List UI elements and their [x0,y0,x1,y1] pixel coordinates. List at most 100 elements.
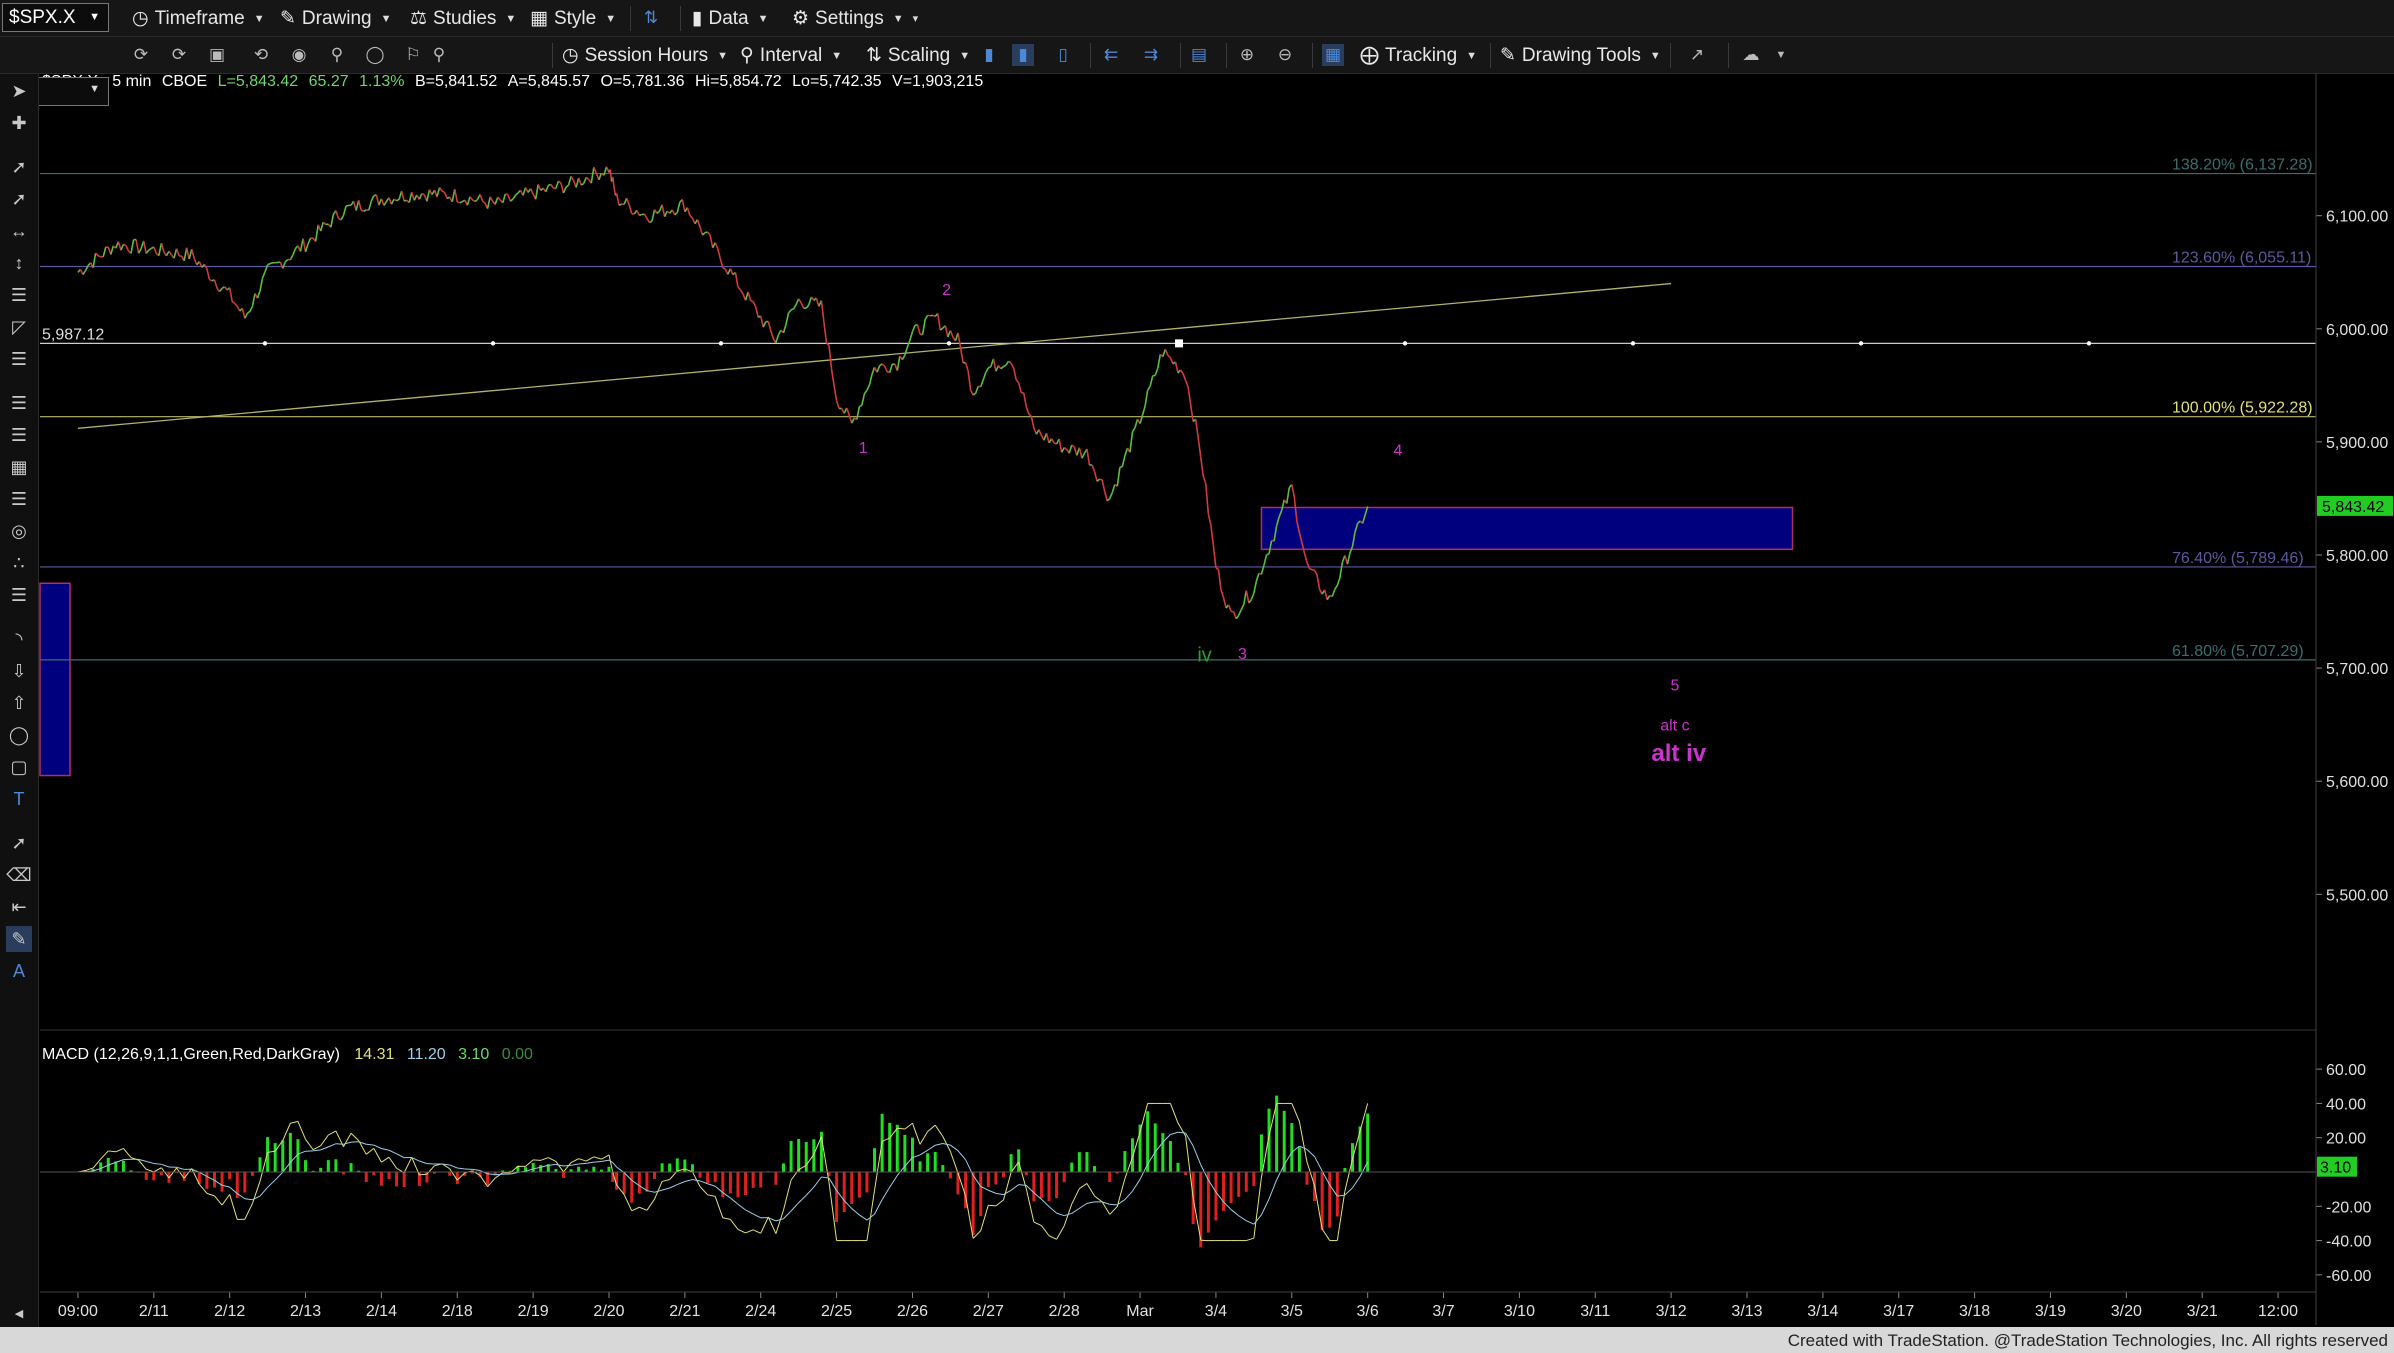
tracking-button[interactable]: ⨁ Tracking ▼ [1360,42,1477,69]
eraser-icon[interactable]: ⌫ [6,862,32,888]
low-price: Lo=5,742.35 [792,73,882,90]
ray-icon[interactable]: ➚ [6,186,32,212]
price-segment [505,193,509,196]
candles-icon[interactable]: ▮ [1012,44,1034,66]
fib-circle-icon[interactable]: ◎ [6,518,32,544]
x-tick-label: 3/10 [1504,1303,1535,1320]
text-icon[interactable]: T [6,786,32,812]
chevron-down-icon[interactable]: ▼ [1770,44,1792,66]
macd-diff: 3.10 [458,1046,490,1063]
bar-chart-icon[interactable]: ▮ [978,44,1000,66]
hollow-candles-icon[interactable]: ▯ [1052,44,1074,66]
level-marker [1402,341,1408,346]
timeframe-button[interactable]: ◷ Timeframe ▼ [132,5,265,32]
wave-label: 5 [1670,678,1679,695]
vertical-line-icon[interactable]: ↕ [6,250,32,276]
crosshair-icon[interactable]: ✚ [6,110,32,136]
lens-icon[interactable]: ⚲ [326,44,348,66]
studies-button[interactable]: ⚖ Studies ▼ [410,5,516,32]
x-tick-label: 2/20 [593,1303,624,1320]
macd-header: MACD (12,26,9,1,1,Green,Red,DarkGray) 14… [42,1046,533,1064]
x-tick-label: 3/12 [1656,1303,1687,1320]
zoom-in-icon[interactable]: ⊕ [1236,44,1258,66]
footer: Created with TradeStation. @TradeStation… [0,1327,2394,1353]
horizontal-line-icon[interactable]: ↔ [6,218,32,244]
drawing-tools-icon: ✎ [1500,45,1516,66]
macd-y-tick-label: 40.00 [2326,1096,2366,1113]
left-zone-box [39,582,71,777]
draw-mode-icon[interactable]: ✎ [6,926,32,952]
arrow-up-icon[interactable]: ⇧ [6,690,32,716]
fib-time-icon[interactable]: ▦ [6,454,32,480]
scale-icon: ⇅ [866,45,882,66]
y-tick-label: 5,500.00 [2326,887,2388,904]
text-label-icon[interactable]: A [6,958,32,984]
chat-icon[interactable]: ☁ [1740,44,1762,66]
price-chart[interactable]: 6,100.00 6,000.00 5,900.00 5,800.00 5,700.00… [0,0,2394,1353]
price-segment [639,213,643,217]
wave-label: 2 [942,282,951,299]
refresh-icon[interactable]: ⟳ [130,44,152,66]
x-tick-label: 2/26 [897,1303,928,1320]
fib-extension-icon[interactable]: ☰ [6,422,32,448]
refresh-all-icon[interactable]: ⟳ [168,44,190,66]
price-segment [269,262,273,265]
macd-y-tick-label: 60.00 [2326,1062,2366,1079]
symbol-text: $SPX.X [9,7,76,28]
chart-analysis-icon[interactable]: ↗ [1686,44,1708,66]
symbol-input[interactable]: $SPX.X ▼ [2,3,109,32]
price-segment [457,201,461,204]
grid-icon[interactable]: ▦ [1322,44,1344,66]
level-marker [262,341,268,346]
scroll-left-icon[interactable]: ◀ [6,1300,32,1326]
last-price: L=5,843.42 [217,73,299,90]
compress-icon[interactable]: ⇇ [1100,44,1122,66]
macd-signal-line [563,1164,572,1167]
pointer-icon[interactable]: ➤ [6,78,32,104]
expand-icon[interactable]: ⇉ [1140,44,1162,66]
ask-price: A=5,845.57 [507,73,590,90]
gear-icon: ⚙ [792,8,810,29]
fib-fan-icon[interactable]: ∴ [6,550,32,576]
data-button[interactable]: ▮ Data ▼ [692,5,769,32]
settings-button[interactable]: ⚙ Settings ▼ ▾ [792,5,918,32]
arc-icon[interactable]: ◝ [6,626,32,652]
zoom-chart-icon[interactable]: ◉ [288,44,310,66]
flag-icon[interactable]: ⚐ [402,44,424,66]
interval-button[interactable]: ⚲ Interval ▼ [740,42,842,69]
gann-icon[interactable]: ◸ [6,314,32,340]
search-icon[interactable]: ⚲ [428,44,450,66]
alert-icon[interactable]: ◯ [364,44,386,66]
wave-label: alt c [1660,717,1689,734]
fib-label: 61.80% (5,707.29) [2172,643,2304,660]
x-tick-label: 3/17 [1883,1303,1914,1320]
bid-price: B=5,841.52 [414,73,498,90]
layout-icon[interactable]: ▤ [1188,44,1210,66]
zoom-out-icon[interactable]: ⊖ [1274,44,1296,66]
cycle-icon[interactable]: ⟲ [250,44,272,66]
session-hours-button[interactable]: ◷ Session Hours ▼ [562,42,728,69]
x-tick-label: 3/4 [1205,1303,1227,1320]
x-tick-label: 2/11 [139,1303,169,1320]
fib-zones-icon[interactable]: ☰ [6,486,32,512]
drawing-button[interactable]: ✎ Drawing ▼ [280,5,392,32]
arrow-down-icon[interactable]: ⇩ [6,658,32,684]
ellipse-icon[interactable]: ◯ [6,722,32,748]
drawing-tools-button[interactable]: ✎ Drawing Tools ▼ [1500,42,1661,69]
rectangle-icon[interactable]: ▢ [6,754,32,780]
channel-icon[interactable]: ☰ [6,282,32,308]
pin-icon: ⚲ [740,45,754,66]
goto-start-icon[interactable]: ⇤ [6,894,32,920]
level-handle [1175,339,1183,348]
y-tick-label: 6,100.00 [2326,209,2388,226]
window-icon[interactable]: ▣ [206,44,228,66]
x-tick-label: 3/21 [2187,1303,2218,1320]
link-icon[interactable]: ⇅ [640,7,662,29]
style-button[interactable]: ▦ Style ▼ [530,5,616,32]
fib-retracement-icon[interactable]: ☰ [6,390,32,416]
scaling-button[interactable]: ⇅ Scaling ▼ [866,42,970,69]
speed-lines-icon[interactable]: ☰ [6,582,32,608]
trendline-icon[interactable]: ➚ [6,154,32,180]
ruler-icon[interactable]: ➚ [6,830,32,856]
pitchfork-icon[interactable]: ☰ [6,346,32,372]
